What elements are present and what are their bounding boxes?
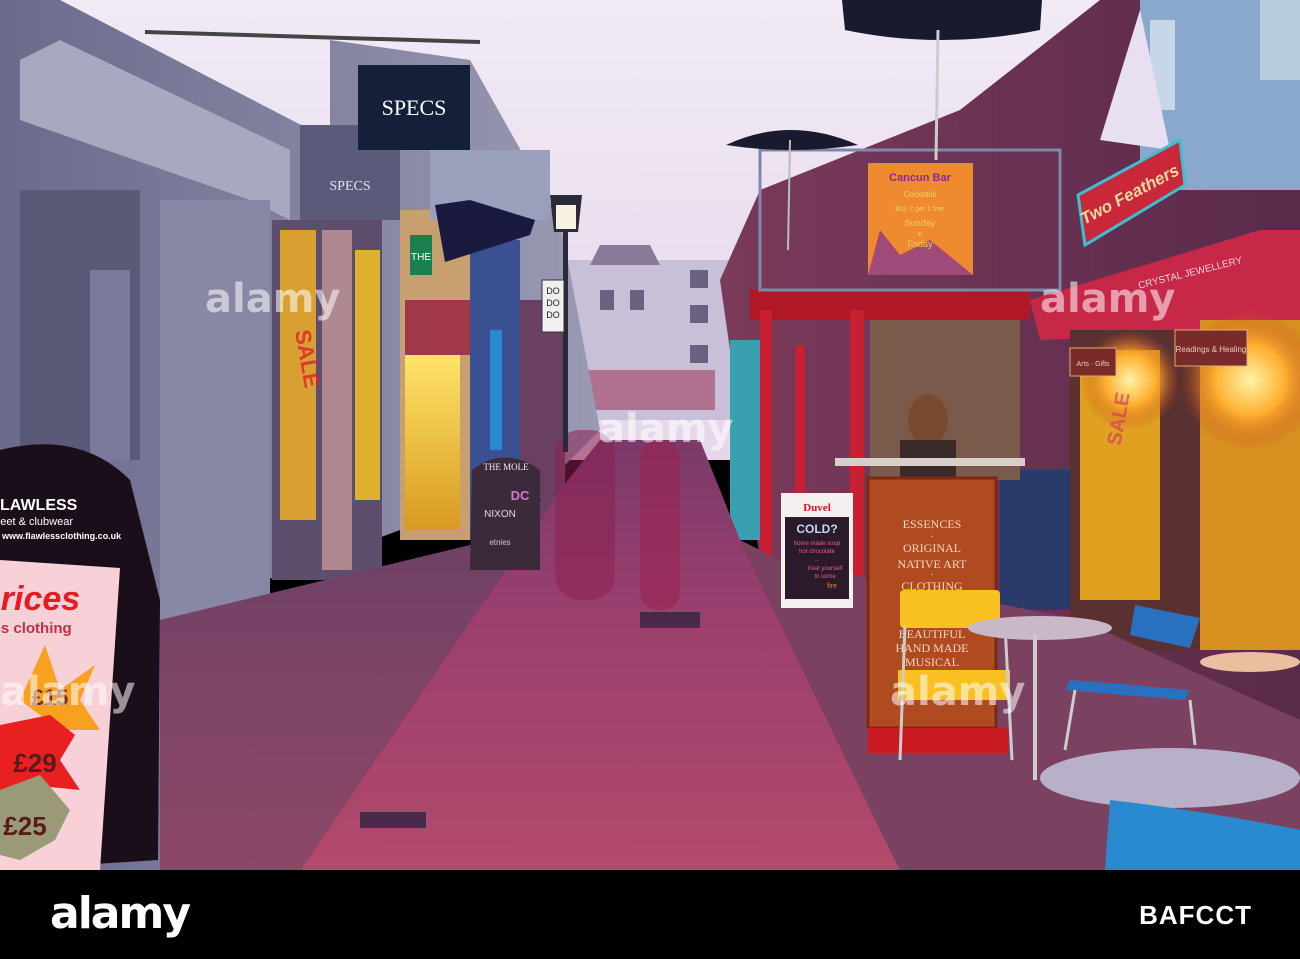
svg-text:THE MOLE: THE MOLE (483, 462, 529, 472)
svg-text:MUSICAL: MUSICAL (905, 655, 959, 669)
svg-text:home made soup: home made soup (794, 541, 841, 547)
watermark-footer: alamy BAFCCT (0, 870, 1300, 959)
svg-text:prices: prices (0, 580, 80, 618)
svg-text:DC: DC (511, 488, 530, 503)
cancun-bar-banner: Cancun Bar Cocktails Buy 2 get 1 free Su… (868, 163, 973, 275)
svg-text:NIXON: NIXON (484, 509, 516, 520)
svg-text:ORIGINAL: ORIGINAL (903, 541, 961, 555)
svg-text:£29: £29 (13, 748, 56, 778)
drain-cover (360, 812, 426, 828)
duvel-chalkboard: Duvel COLD? home made soup hot chocolate… (781, 493, 853, 608)
svg-text:street & clubwear: street & clubwear (0, 516, 73, 528)
svg-text:Friday: Friday (907, 239, 933, 249)
svg-text:ESSENCES: ESSENCES (903, 517, 962, 531)
specs-sign-text: SPECS (382, 95, 447, 120)
alamy-watermark: alamy (890, 669, 1025, 715)
lawless-aboard: LAWLESS street & clubwear www.flawlesscl… (0, 444, 160, 870)
alamy-watermark: alamy (205, 276, 340, 322)
svg-text:...: ... (814, 557, 819, 563)
svg-text:LAWLESS: LAWLESS (0, 497, 78, 514)
street-photo: SPECS SPECS THE DO DO DO THE MOLE DC NIX… (0, 0, 1300, 959)
svg-text:fire: fire (827, 583, 837, 590)
svg-text:£25: £25 (3, 811, 46, 841)
svg-text:to: to (917, 232, 923, 238)
specs-shopfront-text: SPECS (329, 179, 370, 194)
image-id: BAFCCT (1139, 900, 1252, 930)
the-mole-aboard: THE MOLE DC NIXON etnies (470, 457, 540, 570)
svg-text:Buy 2 get 1 free: Buy 2 get 1 free (895, 206, 945, 213)
photo-canvas: SPECS SPECS THE DO DO DO THE MOLE DC NIX… (0, 0, 1300, 870)
dodo-text: DO (546, 298, 560, 308)
svg-text:etnies: etnies (489, 538, 510, 547)
arts-gifts-sign: Arts · Gifts (1076, 361, 1110, 368)
svg-text:to some: to some (814, 574, 836, 580)
svg-text:treat yourself: treat yourself (808, 566, 843, 572)
svg-text:Cancun Bar: Cancun Bar (889, 172, 951, 184)
svg-text:COLD?: COLD? (796, 522, 837, 536)
svg-text:Duvel: Duvel (803, 502, 831, 514)
readings-healing-sign: Readings & Healing (1176, 345, 1247, 354)
svg-text:BEAUTIFUL: BEAUTIFUL (899, 627, 966, 641)
dodo-text: DO (546, 310, 560, 320)
the-shop-sign: THE (411, 252, 431, 263)
drain-cover (640, 612, 700, 628)
svg-text:HAND MADE: HAND MADE (896, 641, 969, 655)
svg-text:hot chocolate: hot chocolate (799, 549, 835, 555)
svg-text:Cocktails: Cocktails (904, 190, 936, 199)
alamy-watermark: alamy (598, 406, 733, 452)
dodo-text: DO (546, 286, 560, 296)
svg-text:NATIVE ART: NATIVE ART (898, 557, 968, 571)
alamy-watermark: alamy (1040, 276, 1175, 322)
alamy-logo: alamy (50, 888, 191, 939)
svg-text:Sunday: Sunday (905, 218, 936, 228)
svg-text:less clothing: less clothing (0, 620, 72, 637)
lawless-url: www.flawlessclothing.co.uk (1, 531, 122, 541)
alamy-watermark: alamy (0, 669, 135, 715)
